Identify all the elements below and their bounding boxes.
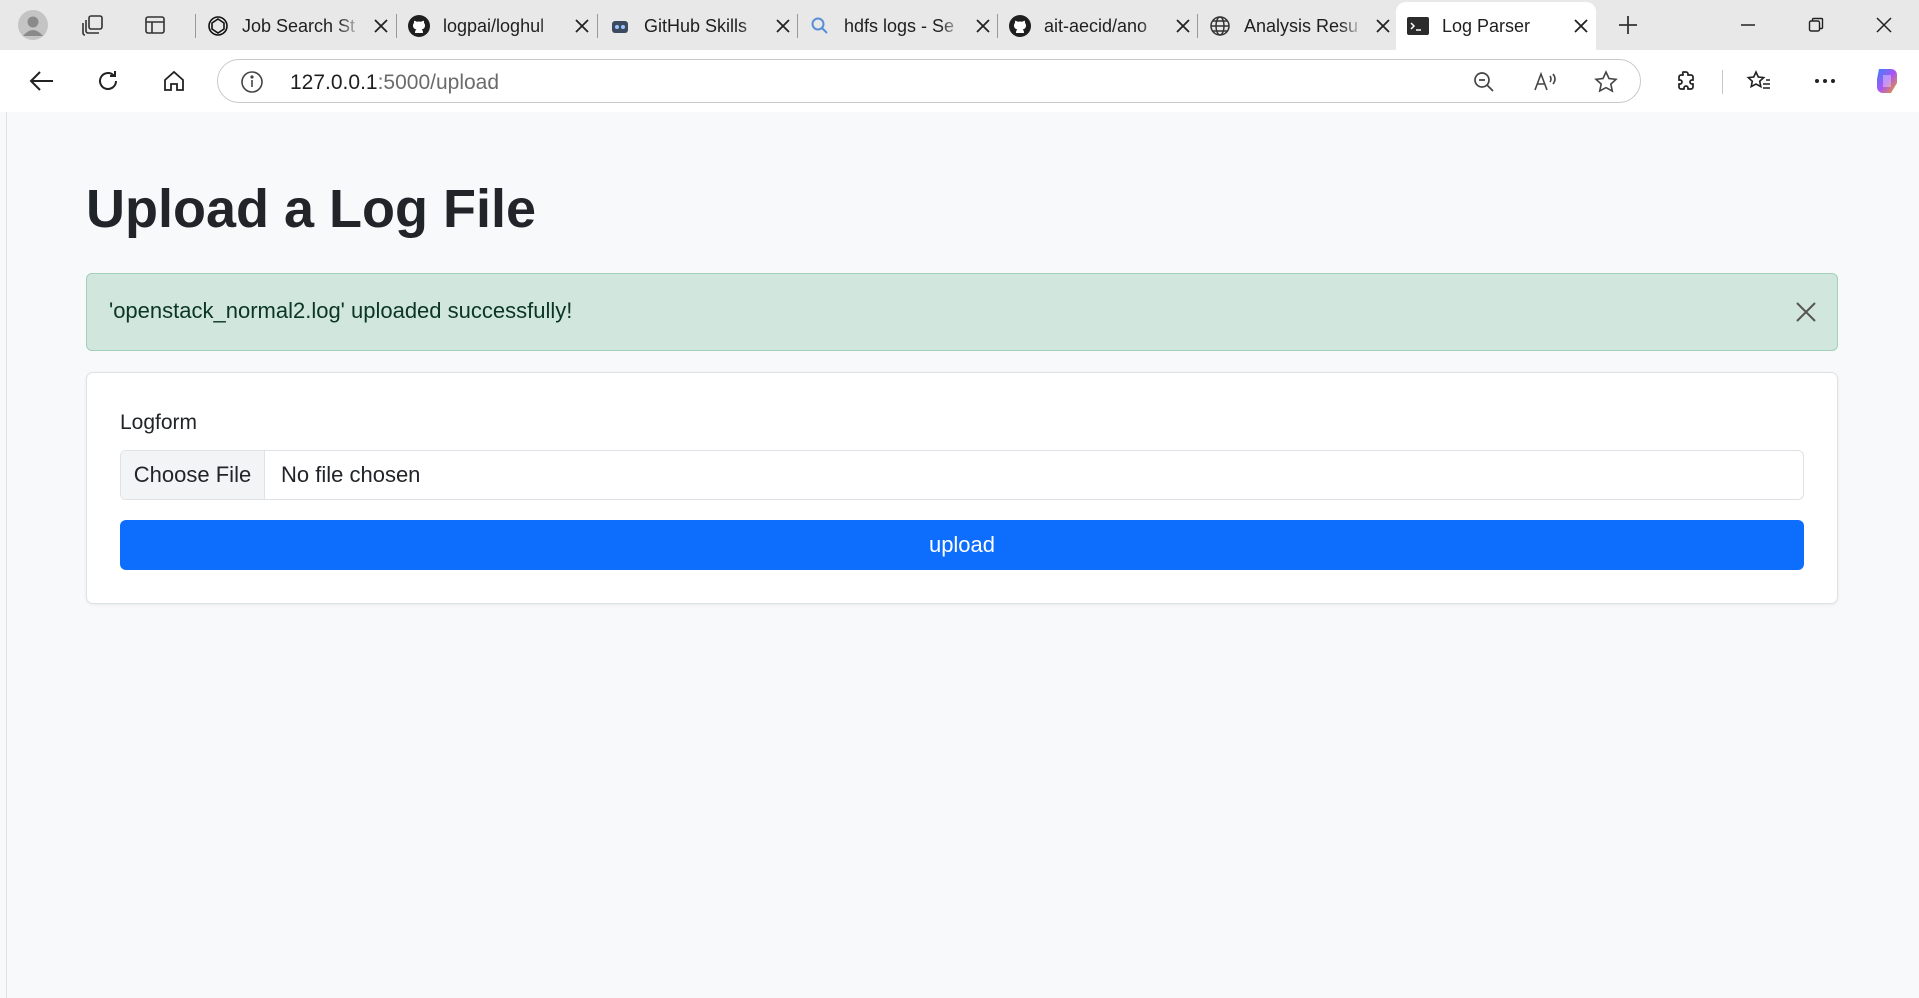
tab-ait-aecid[interactable]: ait-aecid/ano <box>998 6 1194 46</box>
choose-file-button[interactable]: Choose File <box>121 451 265 499</box>
url-host: 127.0.0.1 <box>290 71 378 94</box>
browser-toolbar: 127.0.0.1:5000/upload <box>0 50 1919 112</box>
close-tab-icon[interactable] <box>972 15 994 37</box>
home-icon[interactable] <box>155 62 193 100</box>
address-bar[interactable]: 127.0.0.1:5000/upload <box>217 59 1641 103</box>
close-tab-icon[interactable] <box>1570 15 1592 37</box>
copilot-icon[interactable] <box>1868 62 1906 100</box>
close-alert-icon[interactable] <box>1791 297 1821 327</box>
zoom-out-icon[interactable] <box>1472 70 1496 99</box>
tab-title: Job Search St <box>242 15 356 36</box>
file-status-text: No file chosen <box>281 462 421 487</box>
tab-logpai[interactable]: logpai/loghul <box>397 6 593 46</box>
tab-strip: Job Search St logpai/loghul GitHub Skill… <box>0 0 1919 50</box>
success-alert: 'openstack_normal2.log' uploaded success… <box>86 273 1838 351</box>
upload-button[interactable]: upload <box>120 520 1804 570</box>
tab-job-search[interactable]: Job Search St <box>196 6 392 46</box>
profile-avatar-icon[interactable] <box>16 8 50 42</box>
tab-title: ait-aecid/ano <box>1044 15 1148 36</box>
close-tab-icon[interactable] <box>772 15 794 37</box>
refresh-icon[interactable] <box>89 62 127 100</box>
url-path: :5000/upload <box>377 71 500 94</box>
new-tab-icon[interactable] <box>1611 8 1645 42</box>
favorites-icon[interactable] <box>1740 62 1778 100</box>
back-icon[interactable] <box>23 62 61 100</box>
globe-icon <box>1208 14 1232 38</box>
search-icon <box>808 14 832 38</box>
tab-title: GitHub Skills <box>644 15 748 36</box>
github-icon <box>407 14 431 38</box>
tab-title: hdfs logs - Se <box>844 15 955 36</box>
more-options-icon[interactable] <box>1806 62 1844 100</box>
upload-form-card: Logform Choose File No file chosen uploa… <box>86 372 1838 604</box>
minimize-icon[interactable] <box>1714 0 1782 50</box>
alert-message: 'openstack_normal2.log' uploaded success… <box>109 298 573 323</box>
close-tab-icon[interactable] <box>370 15 392 37</box>
tab-title: Analysis Resu <box>1244 15 1359 36</box>
close-tab-icon[interactable] <box>571 15 593 37</box>
tab-title: logpai/loghul <box>443 15 545 36</box>
site-info-icon[interactable] <box>240 70 264 99</box>
tab-log-parser[interactable]: Log Parser <box>1396 2 1596 50</box>
read-aloud-icon[interactable] <box>1533 70 1559 99</box>
page-title: Upload a Log File <box>86 179 537 239</box>
page-content: Upload a Log File 'openstack_normal2.log… <box>6 112 1914 998</box>
tab-hdfs-logs[interactable]: hdfs logs - Se <box>798 6 994 46</box>
openai-icon <box>206 14 230 38</box>
favorite-star-icon[interactable] <box>1594 70 1618 99</box>
tab-analysis-results[interactable]: Analysis Resu <box>1198 6 1394 46</box>
tab-title: Log Parser <box>1442 15 1531 36</box>
tab-actions-icon[interactable] <box>138 8 172 42</box>
github-skills-icon <box>608 14 632 38</box>
close-tab-icon[interactable] <box>1372 15 1394 37</box>
close-window-icon[interactable] <box>1850 0 1918 50</box>
file-input[interactable]: Choose File No file chosen <box>120 450 1804 500</box>
terminal-icon <box>1406 14 1430 38</box>
extensions-icon[interactable] <box>1667 62 1705 100</box>
url-text: 127.0.0.1:5000/upload <box>290 71 499 95</box>
workspaces-icon[interactable] <box>76 8 110 42</box>
tab-github-skills[interactable]: GitHub Skills <box>598 6 794 46</box>
restore-icon[interactable] <box>1782 0 1850 50</box>
close-tab-icon[interactable] <box>1172 15 1194 37</box>
github-icon <box>1008 14 1032 38</box>
form-label: Logform <box>120 411 198 434</box>
